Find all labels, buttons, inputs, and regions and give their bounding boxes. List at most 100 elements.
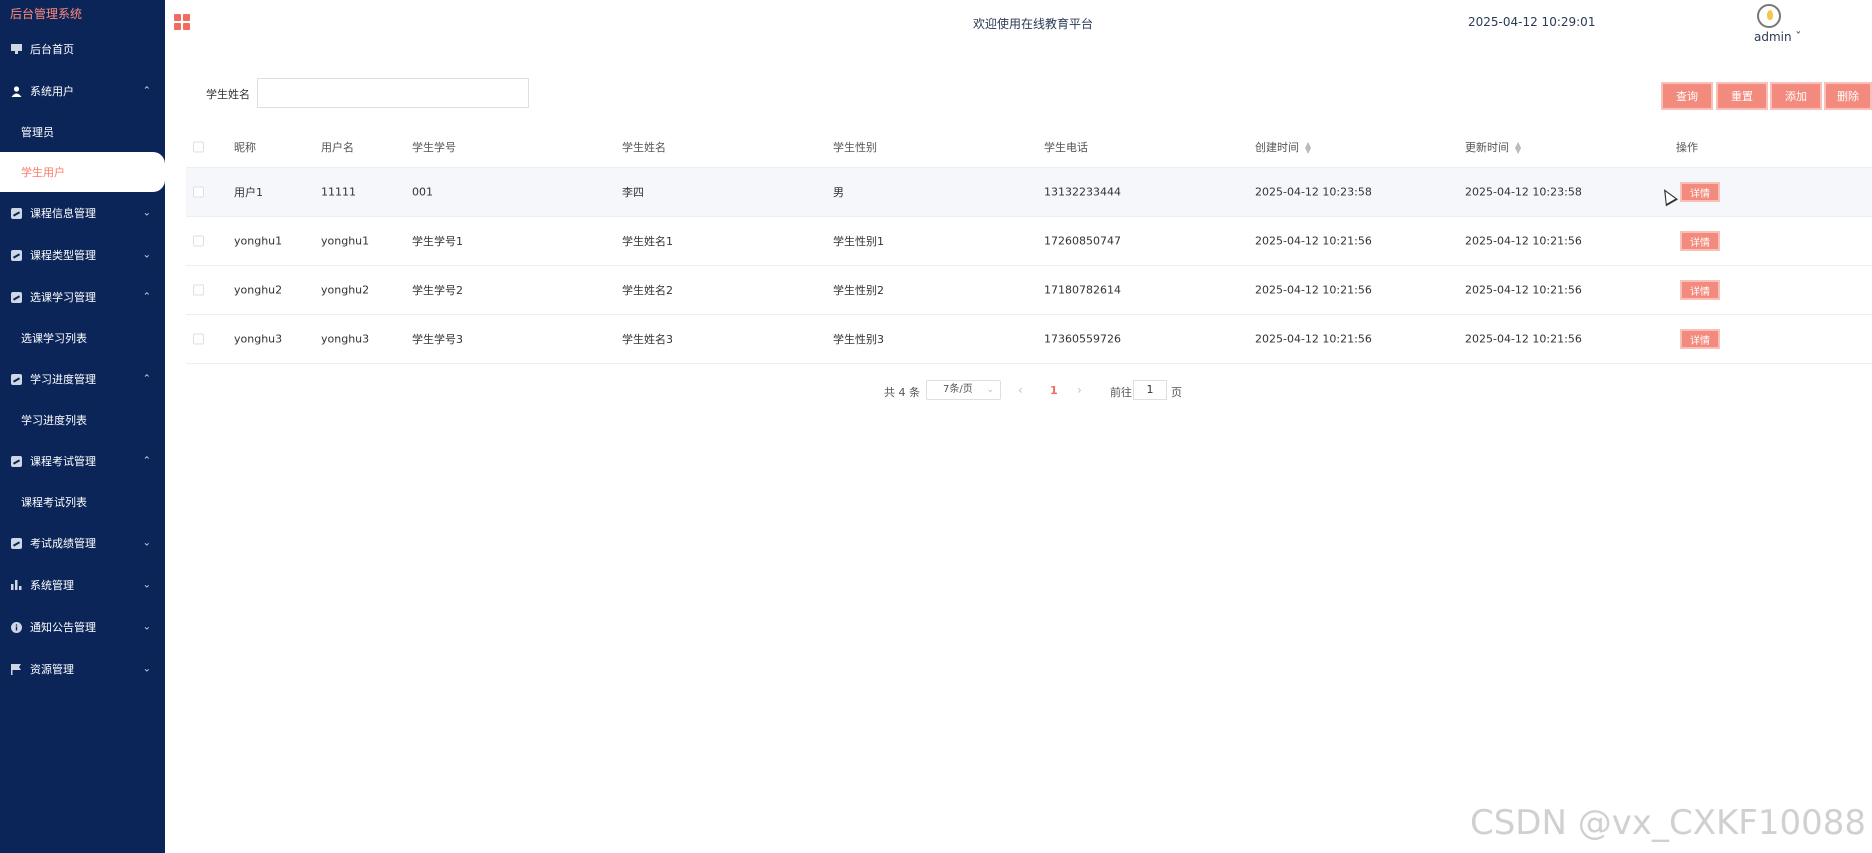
sidebar-item-home[interactable]: 后台首页 (0, 28, 165, 70)
column-header: 操作 (1676, 140, 1698, 154)
goto-page-input[interactable]: 1 (1133, 380, 1167, 400)
chart-icon (10, 291, 22, 303)
cell-nickname: 用户1 (234, 186, 263, 199)
sidebar-subitem-exam-list[interactable]: 课程考试列表 (0, 482, 165, 522)
pagination-total: 共 4 条 (884, 386, 920, 399)
sidebar-item-course-info[interactable]: 课程信息管理 ⌄ (0, 192, 165, 234)
cell-gender: 学生性别2 (833, 284, 884, 297)
watermark: CSDN @vx_CXKF10088 (1469, 803, 1866, 843)
chevron-down-icon: ˇ (1791, 30, 1802, 44)
table-row[interactable]: yonghu3 yonghu3 学生学号3 学生姓名3 学生性别3 173605… (186, 315, 1872, 364)
sidebar-subitem-course-selection-list[interactable]: 选课学习列表 (0, 318, 165, 358)
sidebar-item-notices[interactable]: 通知公告管理 ⌄ (0, 606, 165, 648)
cell-username: yonghu1 (321, 234, 370, 248)
sidebar-item-resources[interactable]: 资源管理 ⌄ (0, 648, 165, 690)
table-row[interactable]: yonghu2 yonghu2 学生学号2 学生姓名2 学生性别2 171807… (186, 266, 1872, 315)
user-icon (10, 85, 22, 97)
chevron-down-icon: ⌄ (142, 207, 151, 219)
brand-title: 后台管理系统 (10, 7, 83, 21)
sidebar-item-label: 系统管理 (30, 579, 74, 592)
sidebar-item-label: 资源管理 (30, 663, 74, 676)
sidebar-item-exam[interactable]: 课程考试管理 ⌃ (0, 440, 165, 482)
detail-button[interactable]: 详情 (1680, 329, 1720, 349)
chevron-up-icon: ⌃ (142, 85, 151, 97)
flag-icon (10, 663, 22, 675)
cell-nickname: yonghu2 (234, 283, 283, 297)
cell-created: 2025-04-12 10:21:56 (1255, 234, 1372, 248)
sort-icon[interactable]: ▲ ▼ (1515, 140, 1521, 154)
pagination: 共 4 条 7条/页 ⌄ ‹ 1 › 前往 1 页 (0, 380, 1872, 402)
detail-button[interactable]: 详情 (1680, 280, 1720, 300)
detail-button[interactable]: 详情 (1680, 182, 1720, 202)
sidebar-item-system-users[interactable]: 系统用户 ⌃ (0, 70, 165, 112)
top-header: 欢迎使用在线教育平台 2025-04-12 10:29:01 admin ˇ (165, 0, 1872, 44)
add-button[interactable]: 添加 (1770, 82, 1822, 110)
student-table: 昵称 用户名 学生学号 学生姓名 学生性别 学生电话 创建时间 ▲ ▼ 更新时间 ▲ ▼… (186, 126, 1872, 364)
chevron-up-icon: ⌃ (142, 291, 151, 303)
sidebar-subitem-admin[interactable]: 管理员 (0, 112, 165, 152)
table-row[interactable]: 用户1 11111 001 李四 男 13132233444 2025-04-1… (186, 168, 1872, 217)
sidebar-item-course-type[interactable]: 课程类型管理 ⌄ (0, 234, 165, 276)
cell-updated: 2025-04-12 10:21:56 (1465, 332, 1582, 346)
menu-toggle-icon[interactable] (174, 14, 190, 30)
cell-phone: 17180782614 (1044, 283, 1121, 297)
cell-updated: 2025-04-12 10:21:56 (1465, 234, 1582, 248)
info-icon (10, 621, 22, 633)
detail-button[interactable]: 详情 (1680, 231, 1720, 251)
column-header: 学生电话 (1044, 140, 1088, 154)
next-page-icon[interactable]: › (1077, 383, 1082, 397)
row-checkbox[interactable] (193, 284, 204, 296)
select-all-checkbox[interactable] (193, 141, 204, 152)
sidebar-subitem-student-users[interactable]: 学生用户 (0, 152, 165, 192)
column-header-updated[interactable]: 更新时间 ▲ ▼ (1465, 139, 1521, 155)
cell-student-name: 学生姓名3 (622, 333, 673, 346)
row-checkbox[interactable] (193, 235, 204, 247)
sidebar-item-system[interactable]: 系统管理 ⌄ (0, 564, 165, 606)
cell-updated: 2025-04-12 10:21:56 (1465, 283, 1582, 297)
sidebar-item-course-selection[interactable]: 选课学习管理 ⌃ (0, 276, 165, 318)
column-header-created[interactable]: 创建时间 ▲ ▼ (1255, 139, 1311, 155)
sidebar-item-label: 后台首页 (30, 43, 74, 56)
student-name-search-input[interactable] (257, 78, 529, 108)
chevron-up-icon: ⌃ (142, 455, 151, 467)
chevron-down-icon: ⌄ (142, 621, 151, 633)
chevron-down-icon: ⌄ (986, 385, 994, 395)
table-row[interactable]: yonghu1 yonghu1 学生学号1 学生姓名1 学生性别1 172608… (186, 217, 1872, 266)
prev-page-icon[interactable]: ‹ (1018, 383, 1023, 397)
chevron-down-icon: ⌄ (142, 663, 151, 675)
page-number-current[interactable]: 1 (1050, 384, 1058, 397)
sidebar-item-label: 考试成绩管理 (30, 537, 96, 550)
cell-created: 2025-04-12 10:21:56 (1255, 283, 1372, 297)
row-checkbox[interactable] (193, 186, 204, 198)
cell-gender: 男 (833, 186, 844, 199)
datetime-display: 2025-04-12 10:29:01 (1468, 15, 1596, 29)
sidebar-item-label: 课程考试管理 (30, 455, 96, 468)
sidebar-item-label: 系统用户 (30, 85, 74, 98)
sidebar-item-label: 课程信息管理 (30, 207, 96, 220)
sidebar-subitem-progress-list[interactable]: 学习进度列表 (0, 400, 165, 440)
delete-button[interactable]: 删除 (1824, 82, 1872, 110)
cell-student-name: 学生姓名1 (622, 235, 673, 248)
chart-icon (10, 249, 22, 261)
sidebar-item-label: 课程类型管理 (30, 249, 96, 262)
chevron-down-icon: ⌄ (142, 249, 151, 261)
query-button[interactable]: 查询 (1661, 82, 1713, 110)
avatar[interactable] (1757, 4, 1781, 28)
column-header: 昵称 (234, 140, 256, 154)
row-checkbox[interactable] (193, 333, 204, 345)
page-size-select[interactable]: 7条/页 ⌄ (926, 380, 1001, 400)
cell-phone: 17360559726 (1044, 332, 1121, 346)
user-menu[interactable]: admin ˇ (1754, 30, 1801, 44)
sort-icon[interactable]: ▲ ▼ (1305, 140, 1311, 154)
cell-phone: 17260850747 (1044, 234, 1121, 248)
bar-chart-icon (10, 579, 22, 591)
column-header: 用户名 (321, 140, 354, 154)
cell-student-id: 001 (412, 185, 433, 199)
sidebar-item-scores[interactable]: 考试成绩管理 ⌄ (0, 522, 165, 564)
cell-student-id: 学生学号1 (412, 235, 463, 248)
search-label: 学生姓名 (206, 88, 250, 101)
column-header-label: 更新时间 (1465, 140, 1509, 154)
column-header: 学生学号 (412, 140, 456, 154)
chart-icon (10, 537, 22, 549)
reset-button[interactable]: 重置 (1716, 82, 1768, 110)
